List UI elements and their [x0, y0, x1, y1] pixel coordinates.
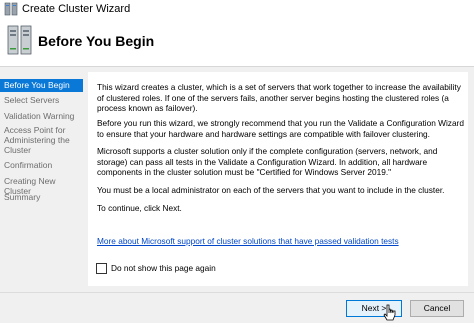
cluster-wizard-icon — [4, 2, 18, 16]
title-bar: Create Cluster Wizard — [0, 0, 474, 19]
sidebar-item-confirmation[interactable]: Confirmation — [4, 160, 82, 170]
intro-paragraph: This wizard creates a cluster, which is … — [97, 82, 461, 113]
validation-paragraph: Before you run this wizard, we strongly … — [97, 118, 464, 139]
support-link[interactable]: More about Microsoft support of cluster … — [97, 236, 399, 246]
do-not-show-label[interactable]: Do not show this page again — [111, 263, 216, 273]
cluster-servers-icon — [7, 22, 33, 56]
continue-paragraph: To continue, click Next. — [97, 203, 182, 213]
cancel-button[interactable]: Cancel — [410, 300, 464, 317]
admin-paragraph: You must be a local administrator on eac… — [97, 185, 445, 195]
button-bar — [0, 292, 474, 323]
sidebar-item-summary[interactable]: Summary — [4, 192, 82, 202]
sidebar-item-validation-warning[interactable]: Validation Warning — [4, 111, 82, 121]
do-not-show-checkbox[interactable] — [96, 263, 107, 274]
sidebar-item-before-you-begin[interactable]: Before You Begin — [0, 79, 83, 92]
wizard-header: Before You Begin — [0, 19, 474, 65]
wizard-step-list: Before You Begin Select Servers Validati… — [0, 67, 84, 292]
mouse-pointer-icon — [383, 304, 397, 322]
page-title: Before You Begin — [38, 33, 155, 49]
support-paragraph: Microsoft supports a cluster solution on… — [97, 146, 438, 177]
window-title: Create Cluster Wizard — [22, 3, 131, 15]
sidebar-item-access-point[interactable]: Access Point for Administering the Clust… — [4, 125, 82, 155]
sidebar-item-select-servers[interactable]: Select Servers — [4, 95, 82, 105]
